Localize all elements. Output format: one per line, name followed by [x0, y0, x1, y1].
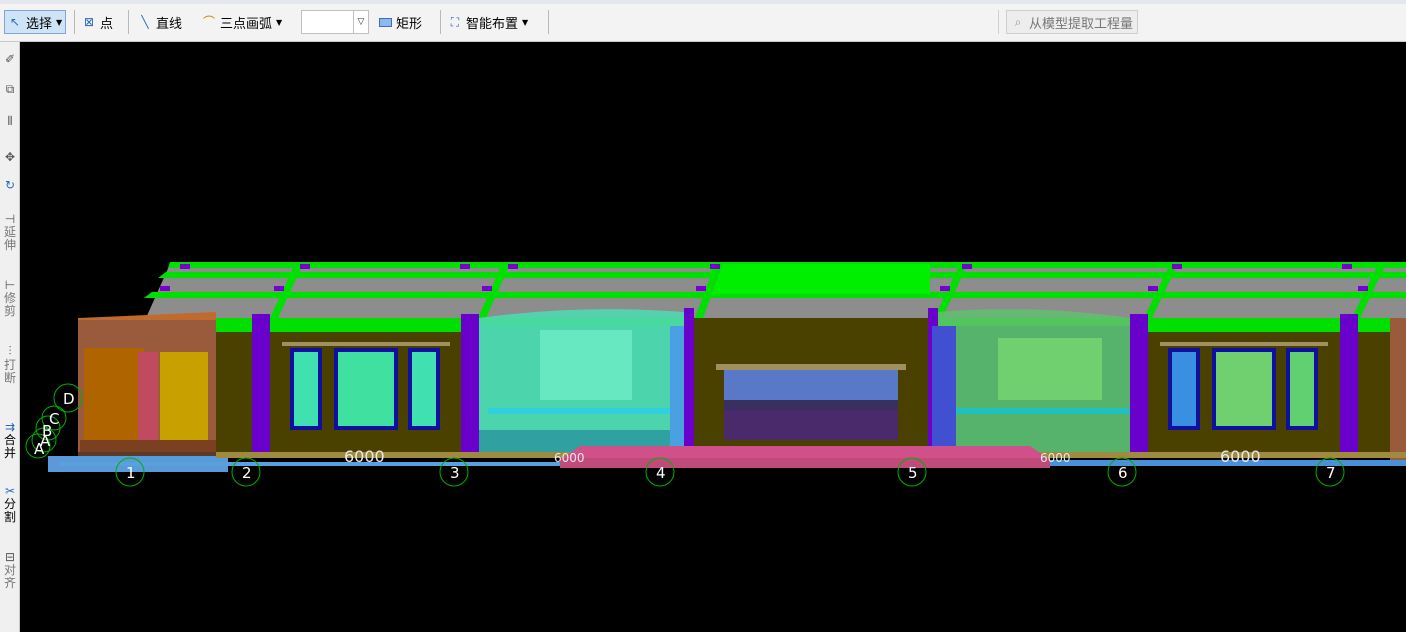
axis-number: 5: [908, 464, 918, 482]
arc-icon: ⌒: [202, 15, 215, 29]
toolbar-grip: [998, 10, 999, 34]
point-label: 点: [100, 16, 114, 32]
trim-icon: ⊢: [4, 278, 16, 292]
split-button[interactable]: ✂ 分割: [0, 484, 20, 524]
toolbar-separator: [128, 10, 129, 34]
cursor-icon: ↖: [9, 15, 21, 29]
chevron-down-icon: ▼: [276, 17, 283, 27]
break-label: 打断: [3, 358, 16, 385]
toolbar-top-strip: [0, 0, 1406, 4]
line-label: 直线: [156, 16, 183, 32]
align-label: 对齐: [3, 563, 16, 590]
rotate-icon[interactable]: ↻: [0, 178, 20, 192]
rectangle-label: 矩形: [396, 16, 423, 32]
point-icon: ⊠: [83, 15, 95, 29]
toolbar-separator: [440, 10, 441, 34]
select-label: 选择: [26, 16, 53, 32]
smart-layout-label: 智能布置: [466, 16, 519, 32]
split-icon: ✂: [4, 484, 16, 498]
line-button[interactable]: ╲ 直线: [138, 10, 182, 34]
align-icon: ⊟: [4, 550, 16, 564]
arc-button[interactable]: ⌒ 三点画弧 ▼: [202, 10, 282, 34]
chevron-down-icon: ▼: [522, 17, 529, 27]
toolbar-separator: [74, 10, 75, 34]
axis-number: 7: [1326, 464, 1336, 482]
dimension-label: 6000: [344, 447, 385, 466]
trim-button[interactable]: ⊢ 修剪: [0, 278, 20, 318]
axis-letter: D: [63, 390, 75, 408]
rectangle-button[interactable]: 矩形: [378, 10, 422, 34]
chevron-down-icon[interactable]: ▽: [353, 11, 368, 33]
point-button[interactable]: ⊠ 点: [82, 10, 113, 34]
smart-layout-icon: ⛶: [450, 15, 460, 29]
brush-icon[interactable]: ✐: [0, 52, 20, 66]
left-wing: [78, 312, 218, 462]
align-button[interactable]: ⊟ 对齐: [0, 550, 20, 590]
dimension-label: 6000: [1040, 451, 1071, 465]
dimension-label: 6000: [554, 451, 585, 465]
break-button[interactable]: ⫶ 打断: [0, 344, 20, 385]
arc-label: 三点画弧: [220, 16, 273, 32]
extend-icon: ⊣: [4, 212, 16, 226]
merge-label: 合并: [3, 433, 16, 460]
extend-label: 延伸: [3, 225, 16, 252]
smart-layout-button[interactable]: ⛶ 智能布置 ▼: [448, 10, 528, 34]
mirror-icon[interactable]: ⫴: [0, 114, 20, 129]
edit-sidebar: ✐ ⧉ ⫴ ✥ ↻ ⊣ 延伸 ⊢ 修剪 ⫶ 打断 ⇉ 合并 ✂ 分割 ⊟ 对齐: [0, 42, 20, 632]
axis-letter: A: [34, 440, 45, 458]
chevron-down-icon: ▼: [56, 17, 63, 27]
copy-icon[interactable]: ⧉: [0, 82, 20, 97]
axis-number: 1: [126, 464, 136, 482]
windows-left: [282, 342, 450, 430]
axis-number: 3: [450, 464, 460, 482]
axis-number: 6: [1118, 464, 1128, 482]
move-icon[interactable]: ✥: [0, 150, 20, 164]
entrance-bay: [694, 318, 928, 452]
arc-mode-select[interactable]: ▽: [301, 10, 369, 34]
right-wing: [1390, 318, 1406, 460]
axis-number: 2: [242, 464, 252, 482]
line-icon: ╲: [141, 15, 149, 29]
select-button[interactable]: ↖ 选择 ▼: [4, 10, 67, 34]
building-3d-view: 1 2 3 4 5 6 7 D C B A A 6000 6000 6000 6…: [25, 262, 1406, 487]
merge-button[interactable]: ⇉ 合并: [0, 420, 20, 460]
model-viewport[interactable]: 1 2 3 4 5 6 7 D C B A A 6000 6000 6000 6…: [20, 42, 1406, 632]
drawing-toolbar: ↖ 选择 ▼ ⊠ 点 ╲ 直线 ⌒ 三点画弧 ▼ ▽ 矩形 ⛶ 智能布置 ▼ ⌕…: [0, 0, 1406, 42]
extract-quantity-button[interactable]: ⌕ 从模型提取工程量: [1006, 10, 1139, 34]
glass-bay-right: [932, 309, 1130, 452]
extend-button[interactable]: ⊣ 延伸: [0, 212, 20, 252]
glass-bay-left: [479, 309, 684, 452]
toolbar-separator: [548, 10, 549, 34]
search-icon: ⌕: [1014, 15, 1022, 29]
rectangle-icon: [378, 15, 392, 29]
extract-label: 从模型提取工程量: [1029, 16, 1134, 32]
axis-number: 4: [656, 464, 666, 482]
split-label: 分割: [3, 497, 16, 524]
trim-label: 修剪: [3, 291, 16, 318]
break-icon: ⫶: [8, 344, 12, 358]
merge-icon: ⇉: [4, 420, 16, 434]
windows-right: [1160, 342, 1328, 430]
dimension-label: 6000: [1220, 447, 1261, 466]
